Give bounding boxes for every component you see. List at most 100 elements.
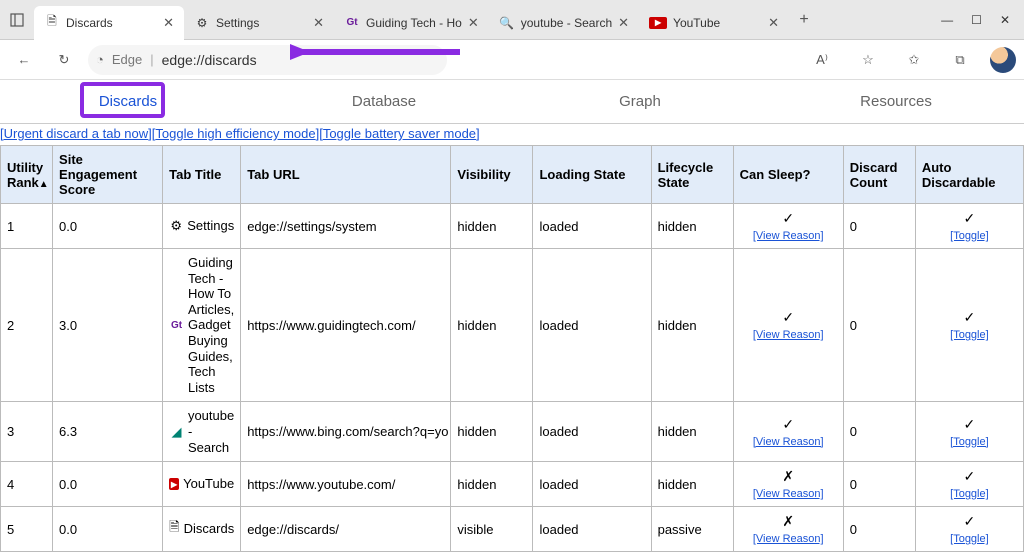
close-icon[interactable]: ✕: [313, 15, 324, 31]
close-icon[interactable]: ✕: [768, 15, 779, 31]
table-header-row: Utility Rank▲ Site Engagement Score Tab …: [1, 146, 1024, 204]
cell-discard-count: 0: [843, 204, 915, 249]
browser-tab-search[interactable]: 🔍 youtube - Search ✕: [489, 6, 639, 40]
cell-lifecycle: hidden: [651, 462, 733, 507]
toggle-link[interactable]: [Toggle]: [950, 230, 989, 242]
view-reason-link[interactable]: [View Reason]: [753, 230, 824, 242]
tab-label: Guiding Tech - Ho: [366, 16, 462, 30]
back-button[interactable]: ←: [8, 44, 40, 76]
cell-can-sleep: ✓[View Reason]: [733, 204, 843, 249]
toggle-link[interactable]: [Toggle]: [950, 329, 989, 341]
cell-rank: 3: [1, 402, 53, 462]
tab-database[interactable]: Database: [256, 85, 512, 118]
action-links: [Urgent discard a tab now][Toggle high e…: [0, 124, 1024, 145]
cell-discard-count: 0: [843, 507, 915, 552]
address-bar[interactable]: ◔ Edge | edge://discards: [88, 45, 447, 75]
favorites-bar-icon[interactable]: ✩: [898, 44, 930, 76]
browser-tab-guidingtech[interactable]: Gt Guiding Tech - Ho ✕: [334, 6, 489, 40]
minimize-button[interactable]: —: [941, 13, 953, 27]
cell-url: edge://settings/system: [241, 204, 451, 249]
cell-loading: loaded: [533, 249, 651, 402]
header-lifecycle-state[interactable]: Lifecycle State: [651, 146, 733, 204]
favorite-icon[interactable]: ☆: [852, 44, 884, 76]
header-visibility[interactable]: Visibility: [451, 146, 533, 204]
document-icon: 🗎: [169, 518, 179, 540]
cell-score: 0.0: [53, 204, 163, 249]
table-row: 1 0.0 ⚙Settings edge://settings/system h…: [1, 204, 1024, 249]
cell-title: 🗎Discards: [163, 507, 241, 552]
close-icon[interactable]: ✕: [163, 15, 174, 31]
tab-resources[interactable]: Resources: [768, 85, 1024, 118]
header-utility-rank[interactable]: Utility Rank▲: [1, 146, 53, 204]
table-row: 2 3.0 GtGuiding Tech - How To Articles, …: [1, 249, 1024, 402]
cell-discard-count: 0: [843, 462, 915, 507]
browser-tab-youtube[interactable]: ▶ YouTube ✕: [639, 6, 789, 40]
header-loading-state[interactable]: Loading State: [533, 146, 651, 204]
cell-url: https://www.youtube.com/: [241, 462, 451, 507]
tab-discards[interactable]: Discards: [0, 85, 256, 118]
tab-graph[interactable]: Graph: [512, 85, 768, 118]
tab-actions-icon[interactable]: [0, 13, 34, 27]
cell-lifecycle: hidden: [651, 249, 733, 402]
divider: |: [150, 52, 153, 67]
header-tab-url[interactable]: Tab URL: [241, 146, 451, 204]
cell-lifecycle: hidden: [651, 402, 733, 462]
cell-loading: loaded: [533, 204, 651, 249]
cell-auto-discardable: ✓[Toggle]: [915, 507, 1023, 552]
cell-discard-count: 0: [843, 249, 915, 402]
cell-visibility: hidden: [451, 249, 533, 402]
window-controls: — ☐ ✕: [927, 13, 1024, 27]
url-text: edge://discards: [162, 52, 257, 68]
toggle-battery-saver-link[interactable]: Toggle battery saver mode: [323, 126, 476, 141]
view-reason-link[interactable]: [View Reason]: [753, 488, 824, 500]
urgent-discard-link[interactable]: Urgent discard a tab now: [4, 126, 149, 141]
collections-icon[interactable]: ⧉: [944, 44, 976, 76]
browser-tab-settings[interactable]: ⚙ Settings ✕: [184, 6, 334, 40]
view-reason-link[interactable]: [View Reason]: [753, 436, 824, 448]
toggle-link[interactable]: [Toggle]: [950, 533, 989, 545]
cell-score: 3.0: [53, 249, 163, 402]
cell-auto-discardable: ✓[Toggle]: [915, 462, 1023, 507]
view-reason-link[interactable]: [View Reason]: [753, 329, 824, 341]
tab-label: youtube - Search: [521, 16, 612, 30]
cell-loading: loaded: [533, 507, 651, 552]
gear-icon: ⚙: [169, 218, 183, 234]
view-reason-link[interactable]: [View Reason]: [753, 533, 824, 545]
maximize-button[interactable]: ☐: [971, 13, 982, 27]
yt-icon: ▶: [649, 17, 667, 29]
cell-score: 6.3: [53, 402, 163, 462]
cell-can-sleep: ✗[View Reason]: [733, 507, 843, 552]
close-icon[interactable]: ✕: [468, 15, 479, 31]
header-can-sleep[interactable]: Can Sleep?: [733, 146, 843, 204]
cell-visibility: hidden: [451, 462, 533, 507]
cell-rank: 2: [1, 249, 53, 402]
edge-label: Edge: [112, 52, 142, 67]
browser-tab-discards[interactable]: 🗎 Discards ✕: [34, 6, 184, 40]
read-aloud-icon[interactable]: A⁾: [806, 44, 838, 76]
cell-visibility: visible: [451, 507, 533, 552]
header-engagement[interactable]: Site Engagement Score: [53, 146, 163, 204]
close-window-button[interactable]: ✕: [1000, 13, 1010, 27]
tab-label: Settings: [216, 16, 307, 30]
header-discard-count[interactable]: Discard Count: [843, 146, 915, 204]
close-icon[interactable]: ✕: [618, 15, 629, 31]
cell-visibility: hidden: [451, 204, 533, 249]
refresh-button[interactable]: ↻: [48, 44, 80, 76]
gt-icon: Gt: [344, 15, 360, 31]
cell-visibility: hidden: [451, 402, 533, 462]
header-auto-discardable[interactable]: Auto Discardable: [915, 146, 1023, 204]
toggle-high-efficiency-link[interactable]: Toggle high efficiency mode: [155, 126, 315, 141]
cell-loading: loaded: [533, 402, 651, 462]
cell-url: https://www.guidingtech.com/: [241, 249, 451, 402]
edge-icon: ◔: [96, 52, 104, 67]
cell-url: https://www.bing.com/search?q=yo: [241, 402, 451, 462]
new-tab-button[interactable]: +: [789, 11, 819, 29]
avatar[interactable]: [990, 47, 1016, 73]
header-tab-title[interactable]: Tab Title: [163, 146, 241, 204]
cell-title: ⚙Settings: [163, 204, 241, 249]
cell-lifecycle: hidden: [651, 204, 733, 249]
toggle-link[interactable]: [Toggle]: [950, 436, 989, 448]
cell-lifecycle: passive: [651, 507, 733, 552]
toggle-link[interactable]: [Toggle]: [950, 488, 989, 500]
bing-icon: ◢: [169, 424, 184, 440]
